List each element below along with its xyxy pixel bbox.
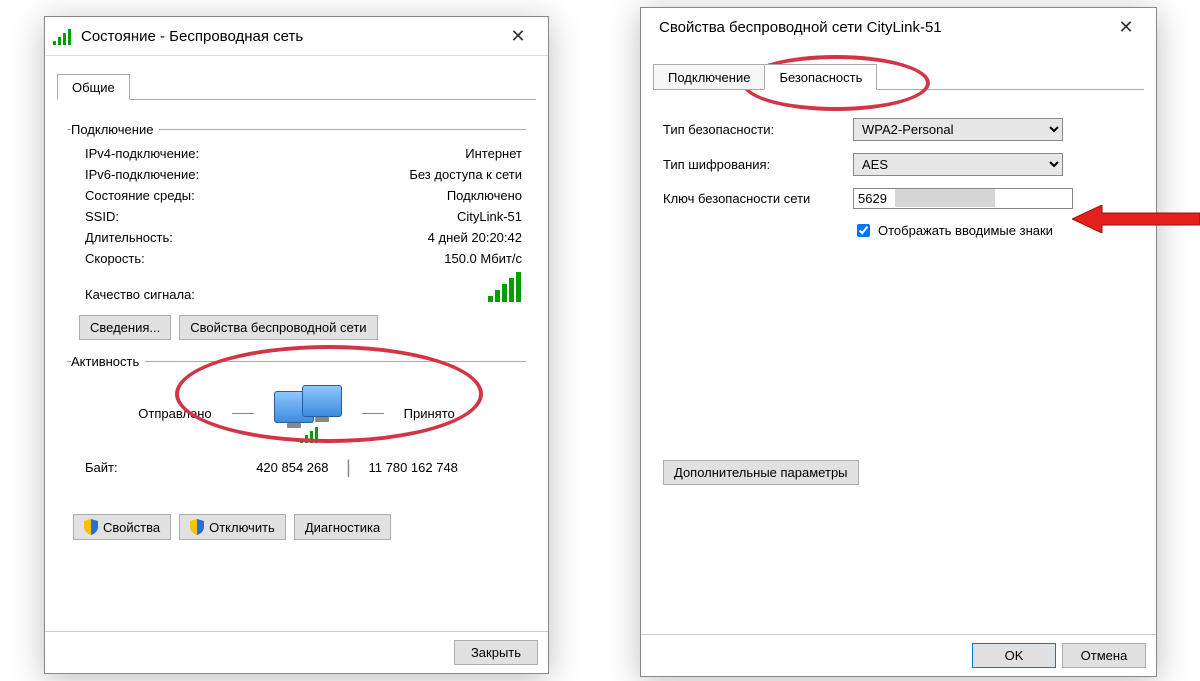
bytes-sent: 420 854 268 <box>175 460 329 475</box>
diagnose-button[interactable]: Диагностика <box>294 514 391 540</box>
label-quality: Качество сигнала: <box>85 287 488 302</box>
security-key-input[interactable] <box>853 188 1073 209</box>
ok-button[interactable]: OK <box>972 643 1056 668</box>
security-type-select[interactable]: WPA2-Personal <box>853 118 1063 141</box>
label-ipv4: IPv4-подключение: <box>85 146 265 161</box>
disable-button-label: Отключить <box>209 520 275 535</box>
bytes-received: 11 780 162 748 <box>369 460 523 475</box>
value-media: Подключено <box>265 188 522 203</box>
show-characters-checkbox[interactable] <box>857 224 870 237</box>
sent-label: Отправлено <box>138 406 211 421</box>
value-ssid: CityLink-51 <box>265 209 522 224</box>
security-type-label: Тип безопасности: <box>663 122 853 137</box>
activity-group: Активность Отправлено Принято Байт: 420 … <box>67 354 526 480</box>
advanced-settings-button[interactable]: Дополнительные параметры <box>663 460 859 485</box>
connection-group: Подключение IPv4-подключение:Интернет IP… <box>67 122 526 344</box>
received-label: Принято <box>404 406 455 421</box>
label-media: Состояние среды: <box>85 188 265 203</box>
disable-button[interactable]: Отключить <box>179 514 286 540</box>
wireless-properties-button[interactable]: Свойства беспроводной сети <box>179 315 377 340</box>
value-speed: 150.0 Мбит/с <box>265 251 522 266</box>
tab-general[interactable]: Общие <box>57 74 130 100</box>
window-title: Состояние - Беспроводная сеть <box>81 28 496 45</box>
shield-icon <box>190 519 204 535</box>
value-ipv4: Интернет <box>265 146 522 161</box>
label-speed: Скорость: <box>85 251 265 266</box>
activity-icon <box>274 385 342 441</box>
bytes-label: Байт: <box>85 460 175 475</box>
close-icon[interactable]: ✕ <box>496 21 540 51</box>
properties-button-label: Свойства <box>103 520 160 535</box>
close-icon[interactable]: ✕ <box>1104 12 1148 42</box>
status-window: Состояние - Беспроводная сеть ✕ Общие По… <box>44 16 549 674</box>
encryption-select[interactable]: AES <box>853 153 1063 176</box>
value-ipv6: Без доступа к сети <box>265 167 522 182</box>
titlebar: Состояние - Беспроводная сеть ✕ <box>45 17 548 56</box>
label-duration: Длительность: <box>85 230 265 245</box>
wifi-icon <box>53 27 75 45</box>
connection-legend: Подключение <box>71 122 159 137</box>
signal-quality-icon <box>488 272 522 302</box>
properties-window: Свойства беспроводной сети CityLink-51 ✕… <box>640 7 1157 677</box>
label-ssid: SSID: <box>85 209 265 224</box>
show-characters-label: Отображать вводимые знаки <box>878 223 1053 238</box>
tab-security[interactable]: Безопасность <box>764 64 877 90</box>
details-button[interactable]: Сведения... <box>79 315 171 340</box>
properties-button[interactable]: Свойства <box>73 514 171 540</box>
tab-connection[interactable]: Подключение <box>653 64 765 90</box>
divider <box>232 413 254 414</box>
security-key-label: Ключ безопасности сети <box>663 191 853 206</box>
label-ipv6: IPv6-подключение: <box>85 167 265 182</box>
activity-legend: Активность <box>71 354 145 369</box>
cancel-button[interactable]: Отмена <box>1062 643 1146 668</box>
shield-icon <box>84 519 98 535</box>
value-duration: 4 дней 20:20:42 <box>265 230 522 245</box>
titlebar: Свойства беспроводной сети CityLink-51 ✕ <box>641 8 1156 46</box>
encryption-label: Тип шифрования: <box>663 157 853 172</box>
window-title: Свойства беспроводной сети CityLink-51 <box>659 19 1104 36</box>
divider <box>362 413 384 414</box>
close-button[interactable]: Закрыть <box>454 640 538 665</box>
bytes-separator: | <box>329 457 369 478</box>
